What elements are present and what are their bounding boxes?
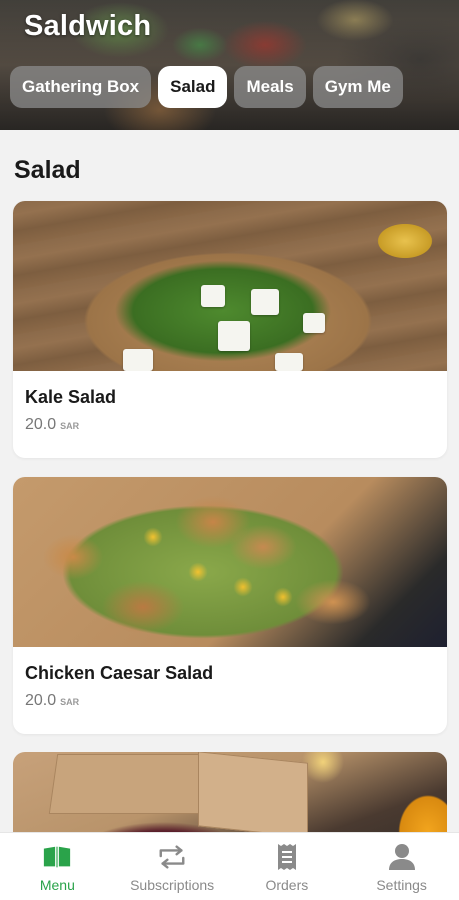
receipt-icon: [272, 843, 302, 871]
nav-label: Orders: [265, 877, 309, 893]
product-card-chicken-caesar-salad[interactable]: Chicken Caesar Salad 20.0 SAR: [13, 477, 447, 734]
repeat-icon: [157, 843, 187, 871]
product-card-kale-salad[interactable]: Kale Salad 20.0 SAR: [13, 201, 447, 458]
app-title: Saldwich: [24, 10, 152, 42]
nav-label: Menu: [39, 877, 75, 893]
chicken-caesar-salad-image: [13, 477, 447, 647]
nav-settings[interactable]: Settings: [344, 833, 459, 900]
section-title: Salad: [14, 156, 81, 184]
category-tabs: Gathering Box Salad Meals Gym Me: [10, 66, 403, 108]
price-value: 20.0: [25, 692, 57, 709]
tab-gym-meals[interactable]: Gym Me: [312, 66, 403, 108]
product-name: Kale Salad: [25, 387, 117, 407]
price-currency: SAR: [60, 697, 80, 707]
nav-orders[interactable]: Orders: [230, 833, 345, 900]
price-currency: SAR: [60, 421, 80, 431]
product-price: 20.0 SAR: [25, 416, 435, 434]
kale-salad-image: [13, 201, 447, 371]
header-banner: Saldwich Gathering Box Salad Meals Gym M…: [0, 0, 459, 130]
person-icon: [387, 843, 417, 871]
tab-salad[interactable]: Salad: [158, 66, 228, 108]
nav-label: Subscriptions: [130, 877, 215, 893]
nav-menu[interactable]: Menu: [0, 833, 115, 900]
tab-meals[interactable]: Meals: [234, 66, 306, 108]
price-value: 20.0: [25, 416, 57, 433]
book-open-icon: [42, 843, 72, 871]
nav-label: Settings: [376, 877, 427, 893]
nav-subscriptions[interactable]: Subscriptions: [115, 833, 230, 900]
bottom-navigation: Menu Subscriptions Orders Settings: [0, 832, 459, 900]
product-name: Chicken Caesar Salad: [25, 663, 214, 683]
tab-gathering-box[interactable]: Gathering Box: [10, 66, 152, 108]
product-price: 20.0 SAR: [25, 692, 435, 710]
